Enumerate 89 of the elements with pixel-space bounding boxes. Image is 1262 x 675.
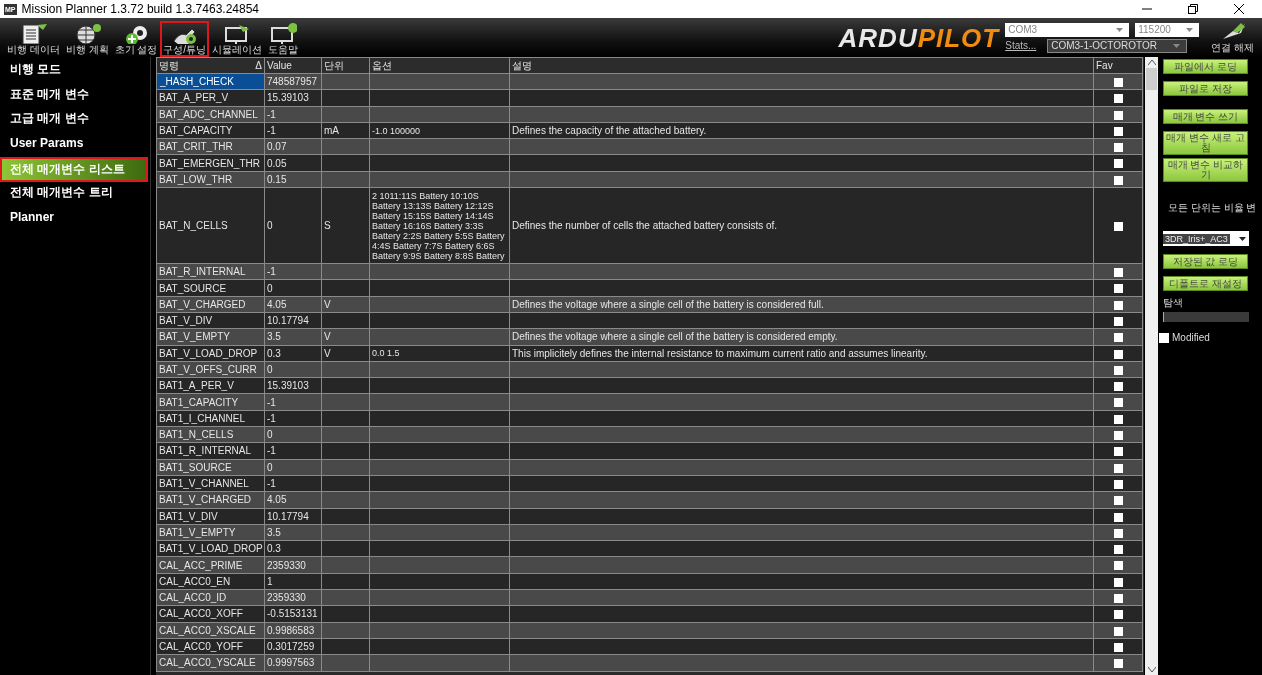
- fav-checkbox[interactable]: [1113, 447, 1123, 457]
- fav-checkbox[interactable]: [1113, 316, 1123, 326]
- document-icon: [19, 23, 48, 44]
- table-cell: Defines the number of cells the attached battery consists of.: [509, 187, 1094, 264]
- fav-checkbox[interactable]: [1113, 659, 1123, 669]
- toolbar-button[interactable]: 초기 설정: [111, 21, 161, 57]
- fav-checkbox[interactable]: [1113, 626, 1123, 636]
- column-header[interactable]: Fav: [1093, 57, 1143, 74]
- toolbar-button[interactable]: 비행 계획: [62, 21, 112, 57]
- fav-checkbox[interactable]: [1113, 577, 1123, 587]
- fav-checkbox[interactable]: [1113, 642, 1123, 652]
- search-field[interactable]: [1163, 312, 1249, 322]
- panel-button[interactable]: 파일에서 로딩: [1163, 59, 1248, 74]
- fav-checkbox[interactable]: [1113, 126, 1123, 136]
- close-icon: [1234, 4, 1244, 14]
- caret-icon: [1186, 27, 1194, 32]
- checkbox-label[interactable]: Modified: [1172, 332, 1210, 343]
- restore-icon: [1188, 4, 1198, 14]
- monitor-icon: [269, 23, 298, 44]
- fav-checkbox[interactable]: [1113, 594, 1123, 603]
- ardupilot-logo: ARDUPILOT: [838, 23, 1000, 52]
- fav-checkbox[interactable]: [1113, 463, 1123, 473]
- fav-checkbox[interactable]: [1113, 175, 1123, 185]
- scroll-thumb[interactable]: [1146, 68, 1157, 90]
- globe-icon: [73, 23, 102, 44]
- fav-checkbox[interactable]: [1113, 333, 1123, 343]
- sidebar-item[interactable]: 표준 매개 변수: [0, 83, 150, 109]
- sidebar-item[interactable]: Planner: [0, 206, 150, 232]
- sidebar-item[interactable]: User Params: [0, 132, 150, 158]
- column-header[interactable]: 명령 Δ: [156, 57, 265, 74]
- fav-checkbox[interactable]: [1113, 221, 1123, 231]
- table-cell: BAT_N_CELLS: [156, 187, 265, 264]
- scrollbar[interactable]: [1145, 57, 1158, 675]
- fav-checkbox[interactable]: [1113, 512, 1123, 522]
- column-header[interactable]: Value: [264, 57, 322, 74]
- toolbar-button[interactable]: 구성/튜닝: [160, 21, 210, 57]
- fav-checkbox[interactable]: [1113, 365, 1123, 375]
- scroll-up-icon: [1147, 60, 1156, 65]
- fav-checkbox[interactable]: [1113, 382, 1123, 392]
- fav-checkbox[interactable]: [1113, 349, 1123, 359]
- sidebar-item[interactable]: 고급 매개 변수: [0, 108, 150, 133]
- fav-checkbox[interactable]: [1113, 496, 1123, 506]
- fav-checkbox[interactable]: [1113, 479, 1123, 489]
- stats-link[interactable]: Stats...: [1005, 40, 1044, 51]
- table-cell: S: [321, 187, 370, 264]
- baud-dropdown[interactable]: 115200: [1135, 22, 1200, 37]
- fav-checkbox[interactable]: [1113, 610, 1123, 620]
- column-header[interactable]: 단위: [321, 57, 370, 74]
- panel-button[interactable]: 저장된 값 로딩: [1163, 254, 1248, 269]
- vehicle-dropdown[interactable]: COM3-1-OCTOROTOR: [1047, 38, 1188, 53]
- fav-checkbox[interactable]: [1113, 398, 1123, 408]
- search-label: 탐색: [1163, 296, 1184, 310]
- fav-checkbox[interactable]: [1113, 545, 1123, 555]
- fav-checkbox[interactable]: [1113, 94, 1123, 104]
- port-dropdown[interactable]: COM3: [1005, 22, 1130, 37]
- toolbar-button[interactable]: 비행 데이터: [4, 21, 63, 57]
- modified-checkbox[interactable]: [1159, 332, 1169, 343]
- table-cell: 0: [264, 187, 322, 264]
- window-title: Mission Planner 1.3.72 build 1.3.7463.24854: [21, 2, 260, 16]
- sidebar-item[interactable]: 전체 매개변수 트리: [0, 181, 150, 207]
- panel-button[interactable]: 파일로 저장: [1163, 81, 1248, 96]
- column-header[interactable]: 설명: [509, 57, 1094, 74]
- units-note: 모든 단위는 비율 변: [1168, 201, 1258, 215]
- fav-checkbox[interactable]: [1113, 561, 1123, 571]
- toolbar-button[interactable]: 시뮬레이션: [209, 21, 266, 57]
- panel-button[interactable]: 디폴트로 재설정: [1163, 276, 1248, 291]
- fav-checkbox[interactable]: [1113, 414, 1123, 424]
- disconnect-button[interactable]: 연결 해제: [1211, 20, 1254, 55]
- panel-button[interactable]: 매개 변수 쓰기: [1163, 109, 1248, 124]
- fav-checkbox[interactable]: [1113, 78, 1123, 87]
- caret-icon: [1239, 236, 1246, 241]
- fav-checkbox[interactable]: [1113, 528, 1123, 538]
- preset-dropdown[interactable]: 3DR_Iris+_AC3: [1163, 231, 1249, 246]
- panel-button[interactable]: 매개 변수 비교하기: [1163, 158, 1248, 182]
- scroll-down-icon: [1147, 667, 1156, 672]
- caret-icon: [1116, 27, 1124, 32]
- caret-icon: [1173, 43, 1181, 48]
- fav-checkbox[interactable]: [1113, 284, 1123, 294]
- column-header[interactable]: 옵션: [369, 57, 510, 74]
- fav-checkbox[interactable]: [1113, 300, 1123, 310]
- sidebar-item[interactable]: 비행 모드: [0, 59, 150, 84]
- fav-checkbox[interactable]: [1113, 143, 1123, 153]
- fav-checkbox[interactable]: [1113, 110, 1123, 120]
- panel-button[interactable]: 매개 변수 새로 고침: [1163, 131, 1248, 155]
- toolbar-button[interactable]: 도움말: [265, 21, 302, 57]
- fav-checkbox[interactable]: [1113, 431, 1123, 441]
- fav-checkbox[interactable]: [1113, 268, 1123, 278]
- table-cell: 2 1011:11S Battery 10:10S Battery 13:13S Battery 12:12S Battery 15:15S Battery 14:14S Battery 16:16S Battery 3:3S Battery 2:2S Battery 5:5S Battery 4:4S Battery 7:7S Battery 6:6S Battery 9:9S Battery 8:8S Battery: [369, 187, 510, 264]
- fav-checkbox[interactable]: [1113, 159, 1123, 169]
